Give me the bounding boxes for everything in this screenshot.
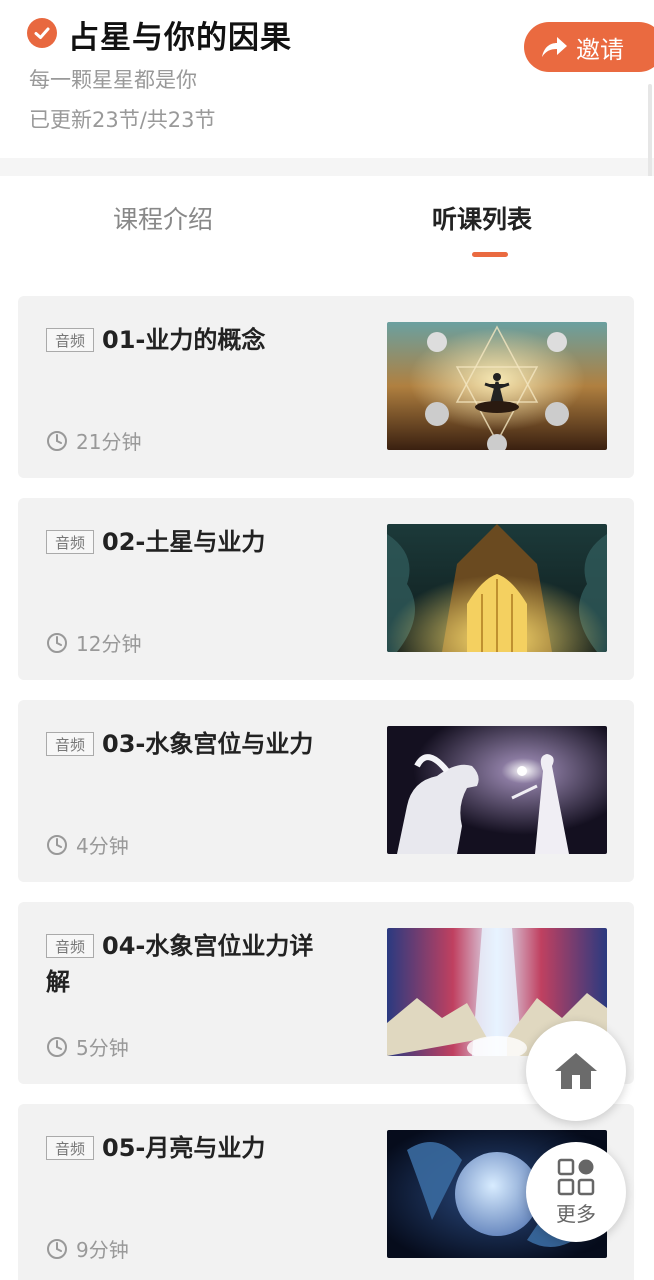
update-status: 已更新23节/共23节 (29, 108, 216, 132)
grid-apps-icon (557, 1158, 595, 1195)
tab-course-intro[interactable]: 课程介绍 (113, 200, 213, 236)
duration-text: 4分钟 (76, 834, 129, 858)
audio-tag: 音频 (46, 934, 94, 958)
home-button[interactable] (526, 1021, 626, 1121)
lesson-duration: 21分钟 (46, 426, 141, 455)
audio-tag: 音频 (46, 1136, 94, 1160)
tab-lesson-list[interactable]: 听课列表 (432, 200, 532, 236)
lesson-thumbnail[interactable] (387, 322, 607, 450)
duration-text: 5分钟 (76, 1036, 129, 1060)
lesson-thumbnail[interactable] (387, 524, 607, 652)
clock-icon (47, 834, 67, 855)
invite-label: 邀请 (576, 35, 624, 64)
lesson-duration: 9分钟 (46, 1234, 129, 1263)
share-arrow-icon (542, 37, 567, 57)
more-label: 更多 (556, 1201, 596, 1226)
audio-tag: 音频 (46, 732, 94, 756)
lesson-duration: 5分钟 (46, 1032, 129, 1061)
more-button[interactable]: 更多 (526, 1142, 626, 1242)
clock-icon (47, 632, 67, 653)
duration-text: 9分钟 (76, 1238, 129, 1262)
lesson-thumbnail[interactable] (387, 726, 607, 854)
clock-icon (47, 430, 67, 451)
duration-text: 12分钟 (76, 632, 142, 656)
duration-text: 21分钟 (76, 430, 142, 454)
course-title: 占星与你的因果 (68, 20, 292, 56)
tab-bar: 课程介绍 听课列表 (0, 176, 654, 264)
course-header: 占星与你的因果 每一颗星星都是你 已更新23节/共23节 邀请 (0, 0, 654, 158)
lesson-item[interactable]: 01-业力的概念 音频 21分钟 (18, 296, 634, 478)
invite-button[interactable]: 邀请 (524, 22, 654, 72)
lesson-item[interactable]: 02-土星与业力 音频 12分钟 (18, 498, 634, 680)
lesson-list: 01-业力的概念 音频 21分钟 02-土星与业力 音频 12分钟 03-水象宫… (0, 264, 654, 1280)
home-icon (555, 1053, 597, 1089)
course-subtitle: 每一颗星星都是你 (29, 68, 197, 92)
clock-icon (47, 1036, 67, 1057)
lesson-duration: 12分钟 (46, 628, 141, 657)
clock-icon (47, 1238, 67, 1259)
verified-check-icon (27, 18, 57, 48)
lesson-item[interactable]: 03-水象宫位与业力 音频 4分钟 (18, 700, 634, 882)
audio-tag: 音频 (46, 328, 94, 352)
lesson-duration: 4分钟 (46, 830, 129, 859)
audio-tag: 音频 (46, 530, 94, 554)
active-tab-indicator (472, 252, 508, 257)
